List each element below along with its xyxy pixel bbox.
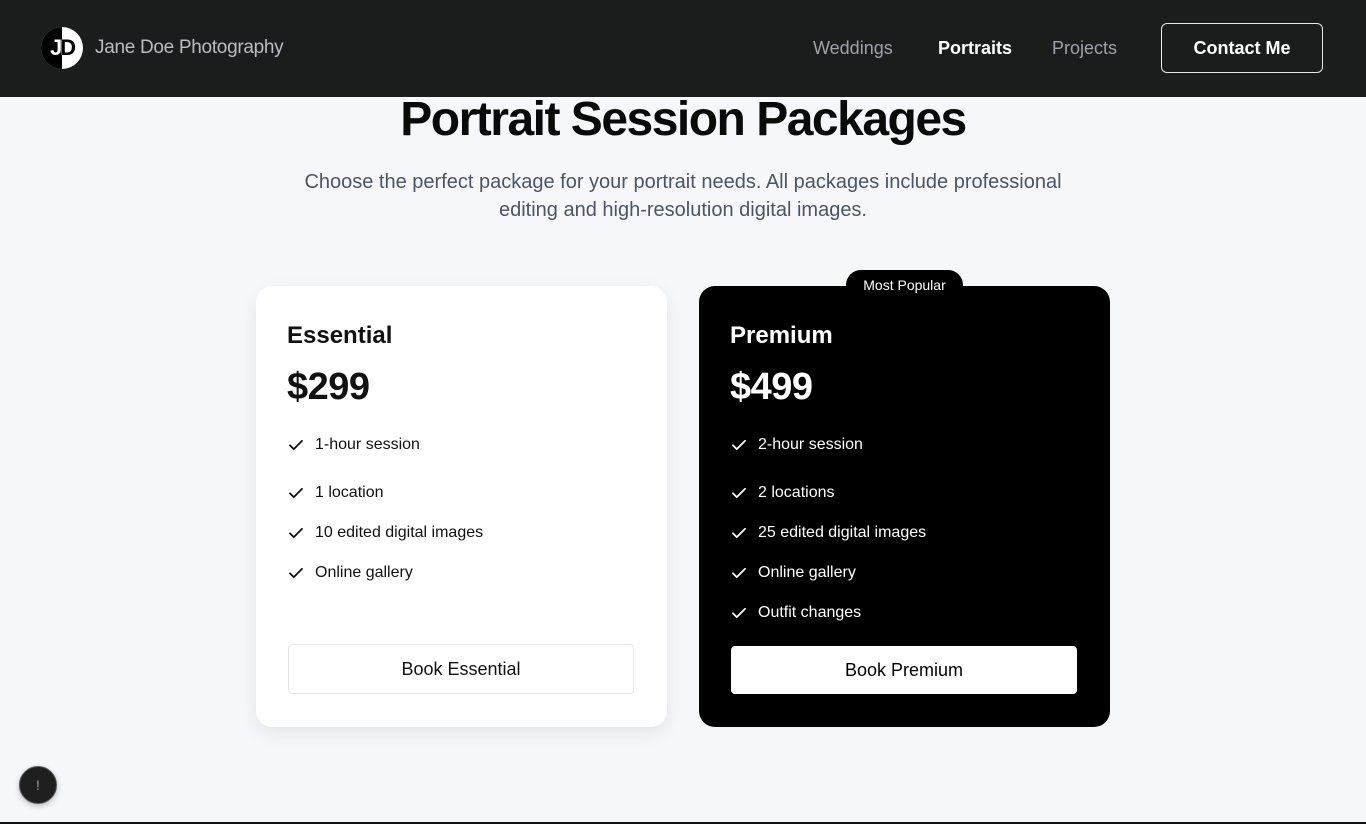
- feature-item: 2 locations: [730, 473, 1079, 513]
- book-premium-button[interactable]: Book Premium: [731, 646, 1077, 694]
- feature-list: 1-hour session 1 location 10 edited digi…: [287, 433, 636, 593]
- check-icon: [732, 527, 746, 539]
- check-icon: [289, 439, 303, 451]
- package-card-premium: Premium $499 2-hour session 2 locations …: [699, 286, 1110, 727]
- package-name: Essential: [287, 322, 393, 349]
- feature-item: 10 edited digital images: [287, 513, 636, 553]
- package-card-essential: Essential $299 1-hour session 1 location…: [256, 286, 667, 727]
- check-icon: [732, 487, 746, 499]
- site-header: JD Jane Doe Photography Weddings Portrai…: [0, 0, 1366, 97]
- check-icon: [732, 607, 746, 619]
- package-price: $299: [287, 366, 370, 408]
- feature-item: 25 edited digital images: [730, 513, 1079, 553]
- feature-item: 1 location: [287, 473, 636, 513]
- feature-item: 1-hour session: [287, 433, 636, 457]
- feature-item: 2-hour session: [730, 433, 1079, 457]
- feature-item: Online gallery: [287, 553, 636, 593]
- exclamation-icon: !: [36, 777, 40, 793]
- package-price: $499: [730, 366, 813, 408]
- page-title: Portrait Session Packages: [400, 93, 967, 146]
- page-subtitle: Choose the perfect package for your port…: [304, 171, 1062, 221]
- check-icon: [289, 487, 303, 499]
- logo-link[interactable]: JD Jane Doe Photography: [41, 27, 284, 69]
- nav-projects[interactable]: Projects: [1052, 38, 1117, 59]
- check-icon: [289, 567, 303, 579]
- check-icon: [732, 567, 746, 579]
- feature-list: 2-hour session 2 locations 25 edited dig…: [730, 433, 1079, 633]
- most-popular-badge: Most Popular: [846, 270, 963, 300]
- check-icon: [289, 527, 303, 539]
- package-name: Premium: [730, 322, 833, 349]
- check-icon: [732, 439, 746, 451]
- logo-icon: JD: [41, 27, 83, 69]
- contact-button[interactable]: Contact Me: [1161, 23, 1323, 73]
- help-button[interactable]: !: [19, 766, 57, 804]
- nav-portraits[interactable]: Portraits: [938, 38, 1012, 59]
- book-essential-button[interactable]: Book Essential: [288, 644, 634, 694]
- nav-weddings[interactable]: Weddings: [813, 38, 893, 59]
- brand-name: Jane Doe Photography: [95, 37, 284, 58]
- feature-item: Outfit changes: [730, 593, 1079, 633]
- feature-item: Online gallery: [730, 553, 1079, 593]
